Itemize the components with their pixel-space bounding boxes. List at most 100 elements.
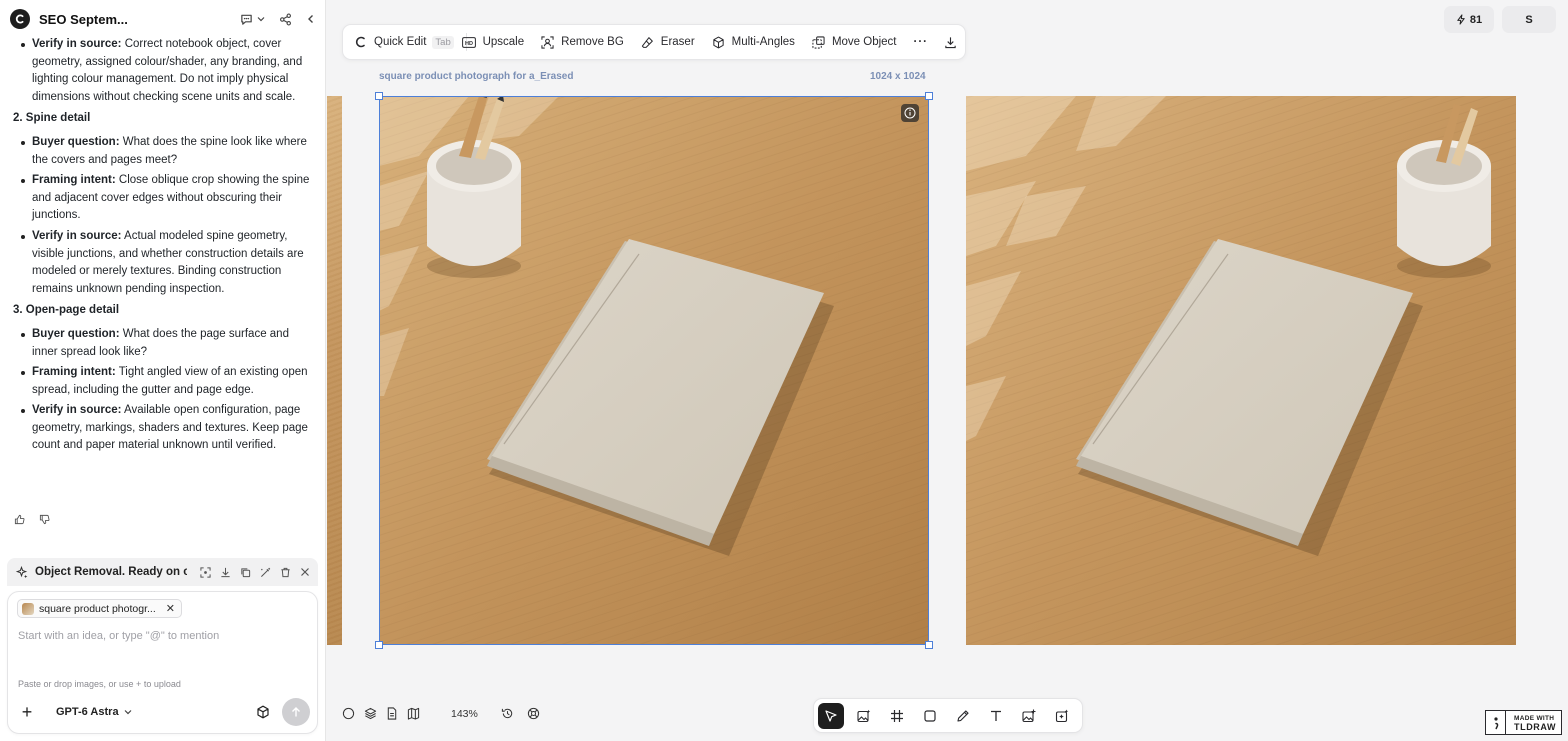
tldraw-logo-icon bbox=[1486, 711, 1506, 734]
credits-badge[interactable]: 81 bbox=[1444, 6, 1494, 33]
hash-frame-icon bbox=[891, 709, 903, 722]
list-item: Buyer question: What does the spine look… bbox=[21, 134, 314, 169]
close-icon[interactable] bbox=[300, 567, 310, 577]
chevron-down-icon[interactable] bbox=[257, 15, 265, 23]
move-object-button[interactable]: Move Object bbox=[812, 35, 897, 49]
quick-edit-label: Quick Edit bbox=[374, 36, 427, 48]
resize-handle-bottom-right[interactable] bbox=[925, 641, 933, 649]
svg-text:HD: HD bbox=[465, 40, 473, 46]
select-tool[interactable] bbox=[818, 702, 844, 729]
ai-edit-tool[interactable] bbox=[1049, 703, 1075, 729]
task-status-text: Object Removal. Ready on c... bbox=[35, 566, 187, 578]
move-object-icon bbox=[812, 35, 825, 49]
download-button[interactable] bbox=[944, 36, 957, 49]
resize-handle-top-right[interactable] bbox=[925, 92, 933, 100]
list-item: Framing intent: Close oblique crop showi… bbox=[21, 172, 314, 225]
credits-count: 81 bbox=[1469, 13, 1483, 26]
map-icon[interactable] bbox=[407, 707, 420, 720]
top-right-controls: 81 S bbox=[1444, 6, 1556, 33]
app-logo[interactable] bbox=[10, 9, 30, 29]
model-label: GPT-6 Astra bbox=[56, 706, 119, 718]
quick-edit-icon bbox=[355, 36, 365, 48]
sparkle-icon bbox=[15, 565, 28, 579]
attachment-chip[interactable]: square product photogr... ✕ bbox=[17, 599, 182, 618]
upscale-button[interactable]: HD Upscale bbox=[461, 36, 525, 48]
collapse-panel-icon[interactable] bbox=[306, 14, 316, 24]
section-heading: 3. Open-page detail bbox=[13, 304, 120, 317]
task-status-bar[interactable]: Object Removal. Ready on c... bbox=[7, 558, 318, 586]
frame-tool[interactable] bbox=[884, 703, 910, 729]
more-options-label: ··· bbox=[913, 36, 928, 48]
eraser-icon bbox=[641, 36, 653, 48]
user-avatar[interactable]: S bbox=[1502, 6, 1556, 33]
remove-bg-button[interactable]: Remove BG bbox=[541, 35, 624, 49]
rectangle-tool[interactable] bbox=[917, 703, 943, 729]
resize-handle-bottom-left[interactable] bbox=[375, 641, 383, 649]
copy-icon[interactable] bbox=[240, 567, 251, 578]
upscale-label: Upscale bbox=[482, 36, 525, 48]
remove-attachment-icon[interactable]: ✕ bbox=[166, 602, 175, 615]
insert-image-tool[interactable] bbox=[1016, 703, 1042, 729]
draw-tool[interactable] bbox=[950, 703, 976, 729]
attachment-thumbnail bbox=[22, 602, 34, 615]
list-item: Buyer question: What does the page surfa… bbox=[21, 326, 314, 361]
add-image-icon bbox=[1022, 709, 1036, 722]
more-options-button[interactable]: ··· bbox=[914, 36, 929, 48]
thumbs-down-icon[interactable] bbox=[39, 514, 50, 525]
eraser-button[interactable]: Eraser bbox=[641, 36, 695, 49]
avatar-initial: S bbox=[1525, 13, 1533, 26]
selection-outline bbox=[379, 96, 929, 645]
text-icon bbox=[991, 710, 1001, 721]
quick-edit-button[interactable]: Quick Edit Tab bbox=[355, 35, 454, 49]
previous-image-edge[interactable] bbox=[327, 96, 342, 645]
project-title[interactable]: SEO Septem... bbox=[39, 12, 219, 27]
comment-icon[interactable] bbox=[240, 13, 253, 26]
resize-handle-top-left[interactable] bbox=[375, 92, 383, 100]
share-icon[interactable] bbox=[279, 13, 292, 26]
image-toolbar: Quick Edit Tab HD Upscale Remove BG Eras… bbox=[342, 24, 966, 60]
prompt-input[interactable]: Start with an idea, or type "@" to menti… bbox=[18, 630, 219, 642]
message-feedback bbox=[14, 514, 50, 525]
multi-angles-label: Multi-Angles bbox=[731, 36, 795, 48]
watermark-line2: TLDRAW bbox=[1514, 721, 1557, 732]
sparkle-box-icon bbox=[1055, 709, 1069, 722]
original-image[interactable] bbox=[966, 96, 1516, 645]
add-attachment-button[interactable]: + bbox=[18, 702, 36, 723]
page-icon[interactable] bbox=[386, 707, 398, 720]
product-photo-original bbox=[966, 96, 1516, 645]
cube-icon[interactable] bbox=[256, 705, 270, 719]
canvas-controls: 143% bbox=[342, 707, 540, 720]
trash-icon[interactable] bbox=[280, 567, 291, 578]
image-dimensions: 1024 x 1024 bbox=[870, 71, 926, 82]
history-icon[interactable] bbox=[501, 707, 514, 720]
help-icon[interactable] bbox=[527, 707, 540, 720]
attachment-label: square product photogr... bbox=[39, 602, 156, 615]
cursor-icon bbox=[825, 709, 837, 722]
thumbs-up-icon[interactable] bbox=[14, 514, 25, 525]
remove-bg-icon bbox=[541, 35, 554, 49]
prompt-composer[interactable]: square product photogr... ✕ Start with a… bbox=[7, 591, 318, 734]
eraser-label: Eraser bbox=[660, 36, 695, 48]
list-item: Framing intent: Tight angled view of an … bbox=[21, 364, 314, 399]
circle-icon[interactable] bbox=[342, 707, 355, 720]
move-object-label: Move Object bbox=[831, 36, 897, 48]
chat-message: Verify in source: Correct notebook objec… bbox=[12, 36, 314, 459]
send-button[interactable] bbox=[282, 698, 310, 726]
upload-hint: Paste or drop images, or use + to upload bbox=[18, 679, 181, 689]
drawing-toolbar bbox=[813, 698, 1083, 733]
model-selector[interactable]: GPT-6 Astra bbox=[56, 706, 132, 718]
focus-icon[interactable] bbox=[200, 566, 211, 578]
text-tool[interactable] bbox=[983, 703, 1009, 729]
square-icon bbox=[924, 709, 936, 722]
image-gen-tool[interactable] bbox=[851, 703, 877, 729]
pencil-icon bbox=[957, 709, 969, 722]
hd-icon: HD bbox=[461, 36, 476, 48]
download-icon[interactable] bbox=[220, 567, 231, 578]
layers-icon[interactable] bbox=[364, 707, 377, 720]
multi-angles-button[interactable]: Multi-Angles bbox=[712, 36, 795, 49]
image-caption: square product photograph for a_Erased bbox=[379, 71, 574, 82]
tldraw-watermark[interactable]: MADE WITH TLDRAW bbox=[1485, 710, 1562, 735]
zoom-level[interactable]: 143% bbox=[451, 708, 478, 720]
magic-wand-icon[interactable] bbox=[260, 567, 271, 578]
chat-panel: SEO Septem... Verify in source: Correct … bbox=[0, 0, 326, 741]
